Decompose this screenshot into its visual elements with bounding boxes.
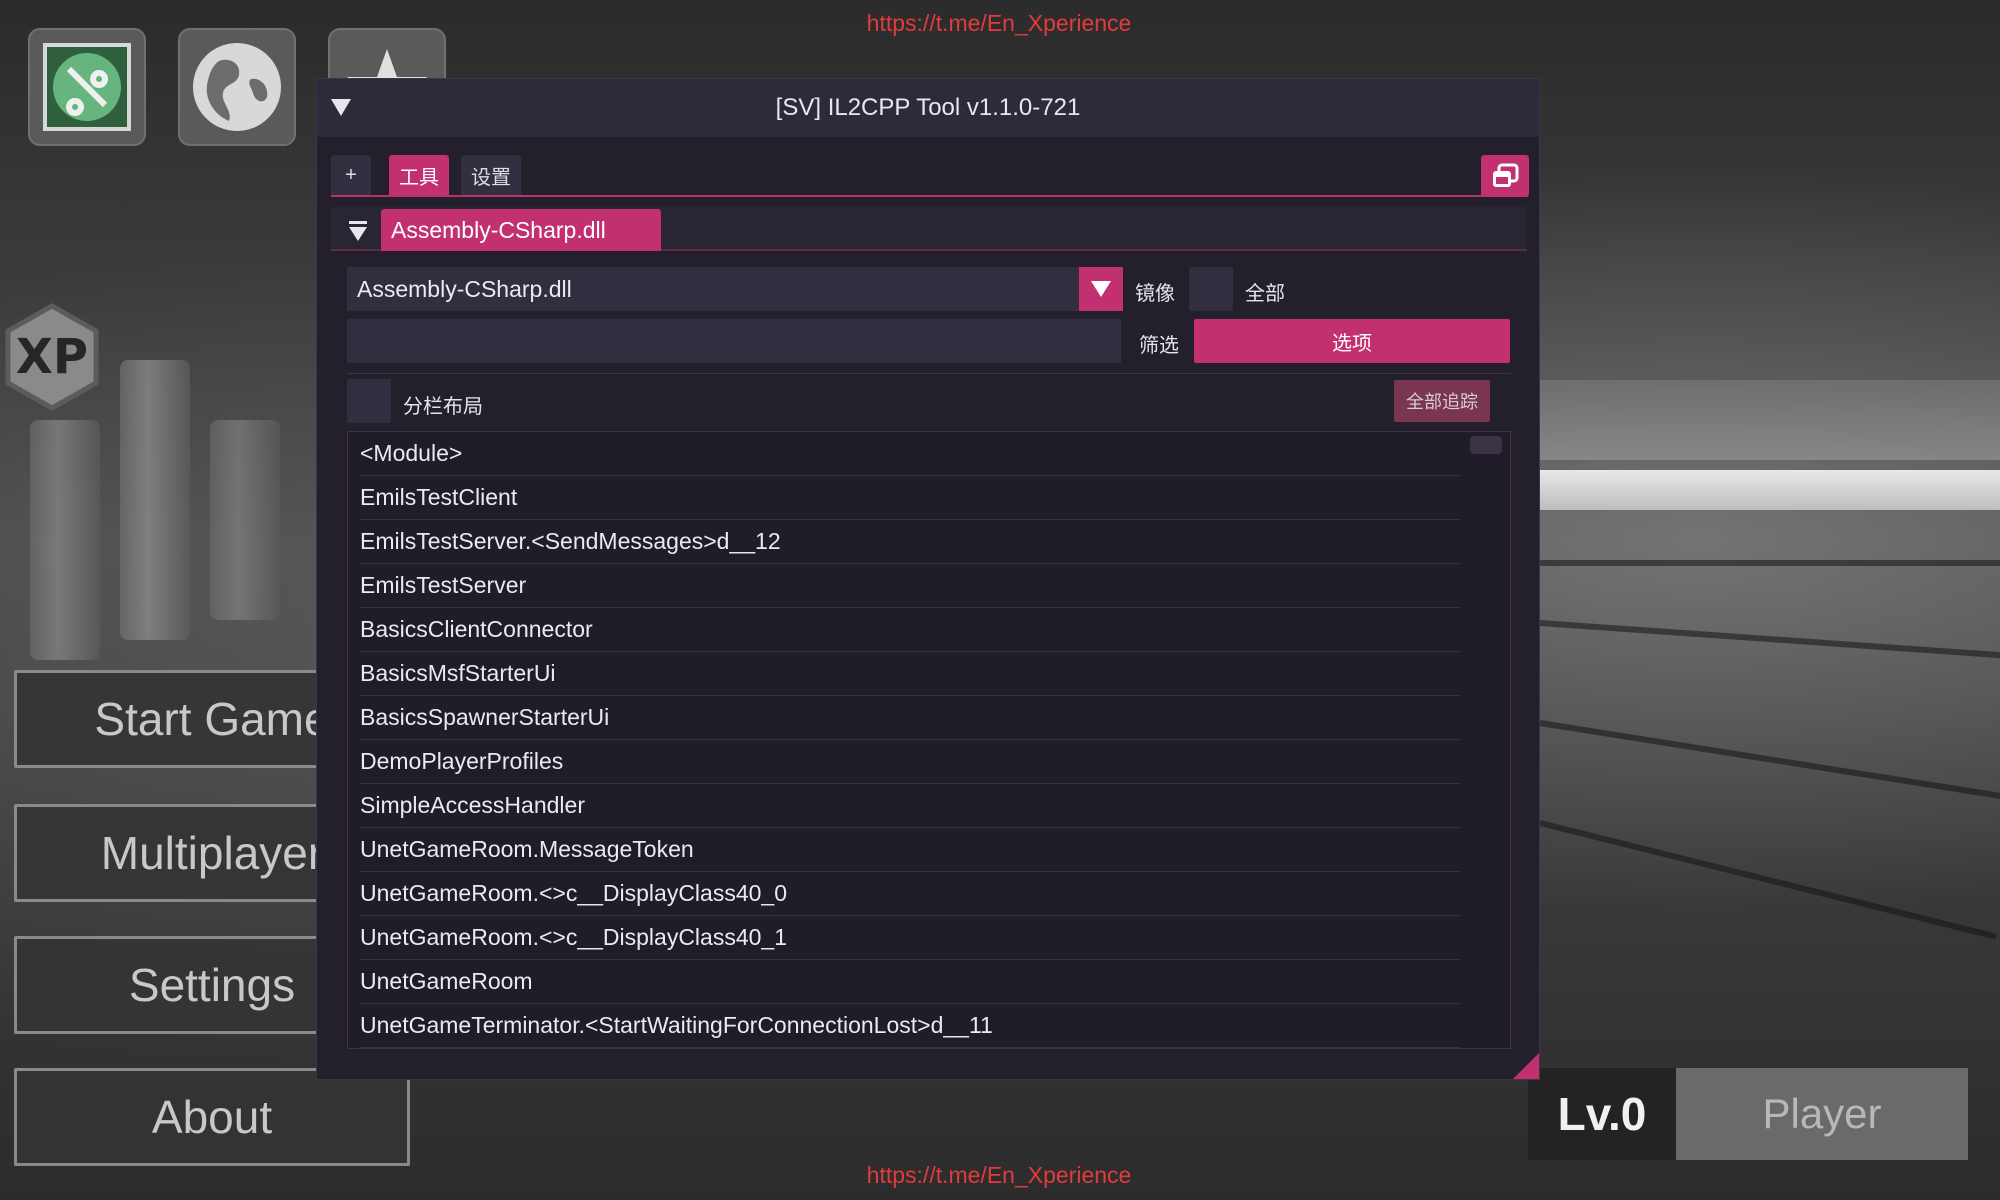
all-label: 全部 xyxy=(1245,283,1285,305)
level-indicator: Lv.0 xyxy=(1528,1068,1676,1160)
class-name: EmilsTestServer xyxy=(360,572,527,598)
class-name: UnetGameTerminator.<StartWaitingForConne… xyxy=(360,1012,993,1038)
xp-badge: XP xyxy=(2,302,102,412)
split-layout-label: 分栏布局 xyxy=(403,396,483,418)
tab-settings-label: 设置 xyxy=(471,166,511,189)
trace-all-label: 全部追踪 xyxy=(1406,392,1478,412)
class-name: UnetGameRoom.<>c__DisplayClass40_0 xyxy=(360,880,787,906)
list-scrollbar[interactable] xyxy=(1470,436,1502,454)
class-list-item[interactable]: UnetGameRoom xyxy=(360,960,1460,1004)
class-name: EmilsTestServer.<SendMessages>d__12 xyxy=(360,528,781,554)
assembly-section-title: Assembly-CSharp.dll xyxy=(391,216,606,243)
class-list-item[interactable]: EmilsTestServer.<SendMessages>d__12 xyxy=(360,520,1460,564)
assembly-section-header: Assembly-CSharp.dll xyxy=(331,207,1527,251)
player-name: Player xyxy=(1676,1068,1968,1160)
split-layout-checkbox[interactable] xyxy=(347,379,391,423)
watermark-bottom: https://t.me/En_Xperience xyxy=(0,1162,2000,1189)
class-name: BasicsMsfStarterUi xyxy=(360,660,556,686)
wall-pillar xyxy=(210,420,280,620)
start-game-label: Start Game xyxy=(94,693,330,745)
class-list-item[interactable]: UnetGameRoom.<>c__DisplayClass40_1 xyxy=(360,916,1460,960)
class-list-item[interactable]: EmilsTestServer xyxy=(360,564,1460,608)
collapse-arrow-icon[interactable] xyxy=(331,99,351,116)
class-list-item[interactable]: UnetGameRoom.<>c__DisplayClass40_0 xyxy=(360,872,1460,916)
wall-pillar xyxy=(120,360,190,640)
class-list-item[interactable]: <Module> xyxy=(360,432,1460,476)
filter-label: 筛选 xyxy=(1139,335,1179,357)
dock-window-button[interactable] xyxy=(1481,155,1529,197)
class-list-item[interactable]: UnetGameRoom.MessageToken xyxy=(360,828,1460,872)
multiplayer-label: Multiplayer xyxy=(100,827,324,879)
corridor-wall xyxy=(1540,380,2000,460)
window-resize-grip[interactable] xyxy=(1513,1053,1539,1079)
class-list-item[interactable]: BasicsMsfStarterUi xyxy=(360,652,1460,696)
window-title: [SV] IL2CPP Tool v1.1.0-721 xyxy=(775,94,1081,121)
divider xyxy=(347,373,1511,374)
tab-add-label: + xyxy=(345,163,357,186)
tab-bar: + 工具 设置 xyxy=(331,155,1527,197)
options-label: 选项 xyxy=(1332,332,1372,355)
class-list-rows: <Module> EmilsTestClient EmilsTestServer… xyxy=(348,432,1510,1048)
il2cpp-tool-window: [SV] IL2CPP Tool v1.1.0-721 + 工具 设置 Asse… xyxy=(316,78,1540,1080)
settings-label: Settings xyxy=(128,959,296,1011)
corridor-light-stripe xyxy=(1540,470,2000,510)
mirror-label: 镜像 xyxy=(1135,283,1175,305)
filter-input[interactable] xyxy=(347,319,1121,363)
assembly-section-tab[interactable]: Assembly-CSharp.dll xyxy=(381,209,661,251)
tab-settings[interactable]: 设置 xyxy=(461,155,521,195)
window-copy-icon xyxy=(1493,163,1519,187)
class-list-item[interactable]: SimpleAccessHandler xyxy=(360,784,1460,828)
floor-line xyxy=(1540,560,2000,566)
tab-tools-label: 工具 xyxy=(399,166,439,189)
floor-line xyxy=(1539,620,2000,659)
class-name: UnetGameRoom.MessageToken xyxy=(360,836,694,862)
globe-icon xyxy=(193,43,281,131)
floor-line xyxy=(1539,720,2000,800)
mirror-checkbox[interactable] xyxy=(1189,267,1233,311)
tab-tools[interactable]: 工具 xyxy=(389,155,449,195)
class-list[interactable]: <Module> EmilsTestClient EmilsTestServer… xyxy=(347,431,1511,1049)
tools-app-button[interactable] xyxy=(28,28,146,146)
wall-pillar xyxy=(30,420,100,660)
watermark-top-text: https://t.me/En_Xperience xyxy=(866,10,1132,36)
floor-line xyxy=(1539,820,1997,940)
class-list-item[interactable]: UnetGameTerminator.<StartWaitingForConne… xyxy=(360,1004,1460,1048)
class-list-item[interactable]: BasicsClientConnector xyxy=(360,608,1460,652)
trace-all-button[interactable]: 全部追踪 xyxy=(1394,380,1490,422)
tab-add[interactable]: + xyxy=(331,155,371,195)
section-collapse-icon[interactable] xyxy=(349,221,367,241)
settings-tools-icon xyxy=(43,43,131,131)
class-name: EmilsTestClient xyxy=(360,484,518,510)
class-name: UnetGameRoom.<>c__DisplayClass40_1 xyxy=(360,924,787,950)
chevron-down-icon xyxy=(1091,281,1111,297)
class-name: SimpleAccessHandler xyxy=(360,792,585,818)
watermark-top: https://t.me/En_Xperience xyxy=(0,10,2000,37)
class-name: <Module> xyxy=(360,440,463,466)
class-name: BasicsSpawnerStarterUi xyxy=(360,704,610,730)
globe-button[interactable] xyxy=(178,28,296,146)
about-button[interactable]: About xyxy=(14,1068,410,1166)
assembly-select[interactable]: Assembly-CSharp.dll xyxy=(347,267,1121,311)
about-label: About xyxy=(151,1091,273,1143)
window-titlebar[interactable]: [SV] IL2CPP Tool v1.1.0-721 xyxy=(317,79,1539,137)
assembly-select-dropdown[interactable] xyxy=(1079,267,1123,311)
class-name: DemoPlayerProfiles xyxy=(360,748,564,774)
options-button[interactable]: 选项 xyxy=(1194,319,1510,363)
xp-badge-label: XP xyxy=(15,329,89,385)
class-name: BasicsClientConnector xyxy=(360,616,593,642)
class-name: UnetGameRoom xyxy=(360,968,533,994)
watermark-bottom-text: https://t.me/En_Xperience xyxy=(866,1162,1132,1188)
class-list-item[interactable]: DemoPlayerProfiles xyxy=(360,740,1460,784)
assembly-select-value: Assembly-CSharp.dll xyxy=(357,275,572,302)
class-list-item[interactable]: BasicsSpawnerStarterUi xyxy=(360,696,1460,740)
class-list-item[interactable]: EmilsTestClient xyxy=(360,476,1460,520)
